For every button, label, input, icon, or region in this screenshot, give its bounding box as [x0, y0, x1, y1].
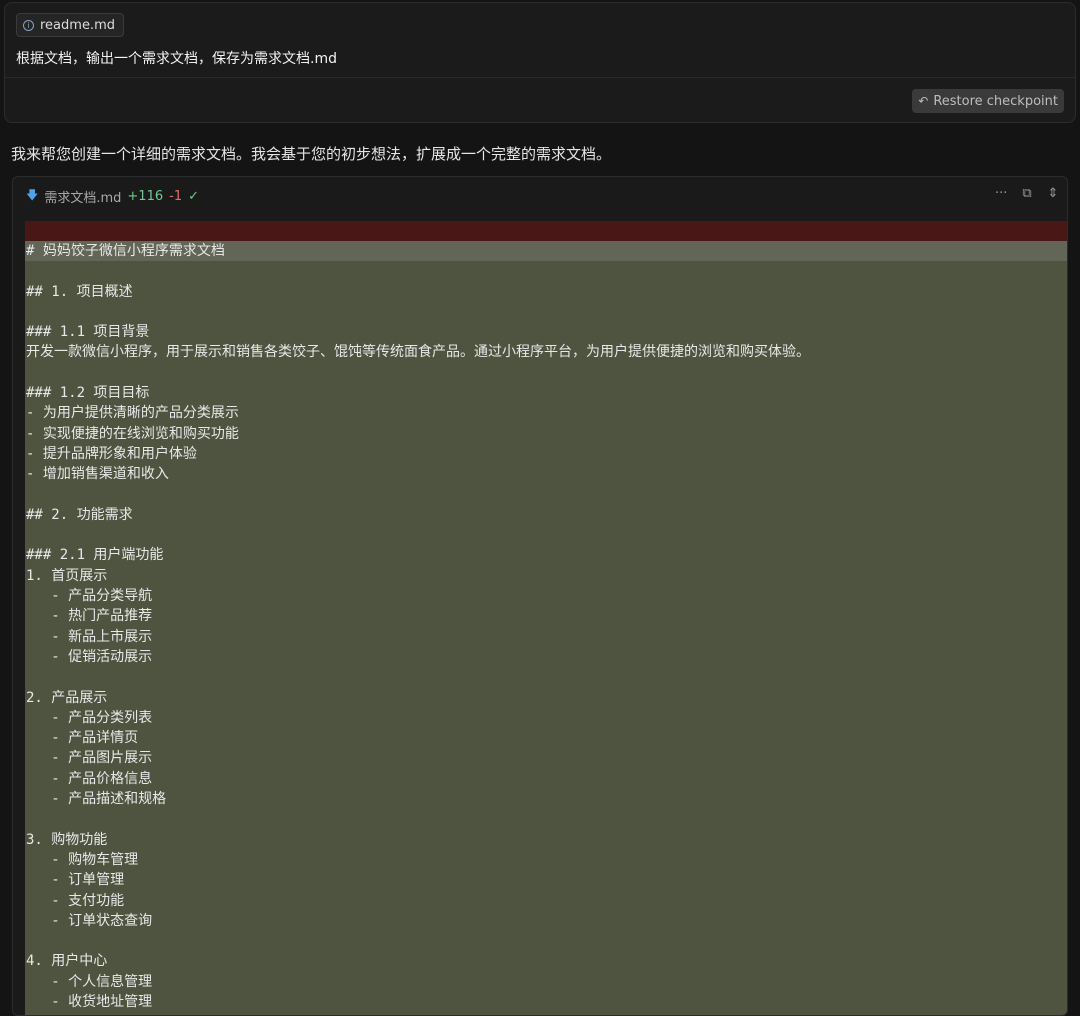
- lines-removed-count: -1: [169, 188, 183, 204]
- code-line: - 产品分类列表: [26, 709, 153, 726]
- code-line: - 支付功能: [26, 892, 125, 909]
- more-options-icon[interactable]: ···: [995, 186, 1007, 201]
- file-download-icon: 🡇: [26, 187, 39, 202]
- code-line: ## 1. 项目概述: [26, 283, 133, 300]
- code-line: - 产品分类导航: [26, 588, 153, 605]
- diff-header: 🡇 需求文档.md +116 -1 ✓: [13, 177, 1067, 215]
- code-line: ### 1.1 项目背景: [26, 324, 150, 341]
- code-line: - 热门产品推荐: [26, 608, 153, 625]
- code-line: 1. 首页展示: [26, 567, 108, 584]
- code-line: - 订单管理: [26, 872, 125, 889]
- removed-line: [25, 221, 1067, 241]
- code-line: ### 2.1 用户端功能: [26, 547, 164, 564]
- code-line: - 产品价格信息: [26, 770, 153, 787]
- check-icon: ✓: [188, 188, 199, 204]
- code-line: 开发一款微信小程序，用于展示和销售各类饺子、馄饨等传统面食产品。通过小程序平台，…: [26, 344, 810, 361]
- code-line: - 实现便捷的在线浏览和购买功能: [26, 425, 239, 442]
- expand-collapse-icon[interactable]: ⇕: [1047, 186, 1059, 201]
- code-line: - 订单状态查询: [26, 912, 153, 929]
- code-line: ## 2. 功能需求: [26, 506, 133, 523]
- code-line: - 新品上市展示: [26, 628, 153, 645]
- code-line: - 提升品牌形象和用户体验: [26, 445, 197, 462]
- restore-checkpoint-label: Restore checkpoint: [933, 93, 1058, 109]
- code-content: # 妈妈饺子微信小程序需求文档 ## 1. 项目概述 ### 1.1 项目背景开发一…: [25, 221, 1067, 1015]
- assistant-message: 我来帮您创建一个详细的需求文档。我会基于您的初步想法，扩展成一个完整的需求文档。: [11, 145, 612, 163]
- lines-added-count: +116: [127, 188, 164, 204]
- code-line: - 促销活动展示: [26, 648, 153, 665]
- code-line: 3. 购物功能: [26, 831, 108, 848]
- prompt-text: 根据文档，输出一个需求文档，保存为需求文档.md: [16, 51, 337, 67]
- code-line: - 产品图片展示: [26, 750, 153, 767]
- diff-file-name[interactable]: 需求文档.md: [44, 187, 121, 206]
- diff-actions: ··· ⧉ ⇕: [995, 186, 1059, 201]
- code-line: ### 1.2 项目目标: [26, 385, 150, 402]
- code-line: - 增加销售渠道和收入: [26, 466, 169, 483]
- restore-icon: ↶: [918, 94, 929, 108]
- info-icon: i: [23, 19, 34, 31]
- context-file-chip[interactable]: i readme.md: [16, 13, 124, 37]
- copy-icon[interactable]: ⧉: [1021, 186, 1033, 201]
- prompt-divider: [5, 77, 1075, 78]
- code-line: - 产品详情页: [26, 730, 139, 747]
- code-line: # 妈妈饺子微信小程序需求文档: [25, 241, 1067, 262]
- code-line: 2. 产品展示: [26, 689, 108, 706]
- code-line: - 为用户提供清晰的产品分类展示: [26, 405, 239, 422]
- code-line: - 个人信息管理: [26, 973, 153, 990]
- user-prompt-card: i readme.md 根据文档，输出一个需求文档，保存为需求文档.md ↶ R…: [4, 2, 1076, 123]
- restore-checkpoint-button[interactable]: ↶ Restore checkpoint: [912, 89, 1064, 113]
- code-line: 4. 用户中心: [26, 953, 108, 970]
- code-diff-card: 🡇 需求文档.md +116 -1 ✓ ··· ⧉ ⇕ # 妈妈饺子微信小程序需…: [12, 176, 1068, 1016]
- code-line: - 收货地址管理: [26, 993, 153, 1010]
- code-line: - 产品描述和规格: [26, 791, 167, 808]
- context-file-name: readme.md: [40, 17, 115, 33]
- code-line: - 购物车管理: [26, 851, 139, 868]
